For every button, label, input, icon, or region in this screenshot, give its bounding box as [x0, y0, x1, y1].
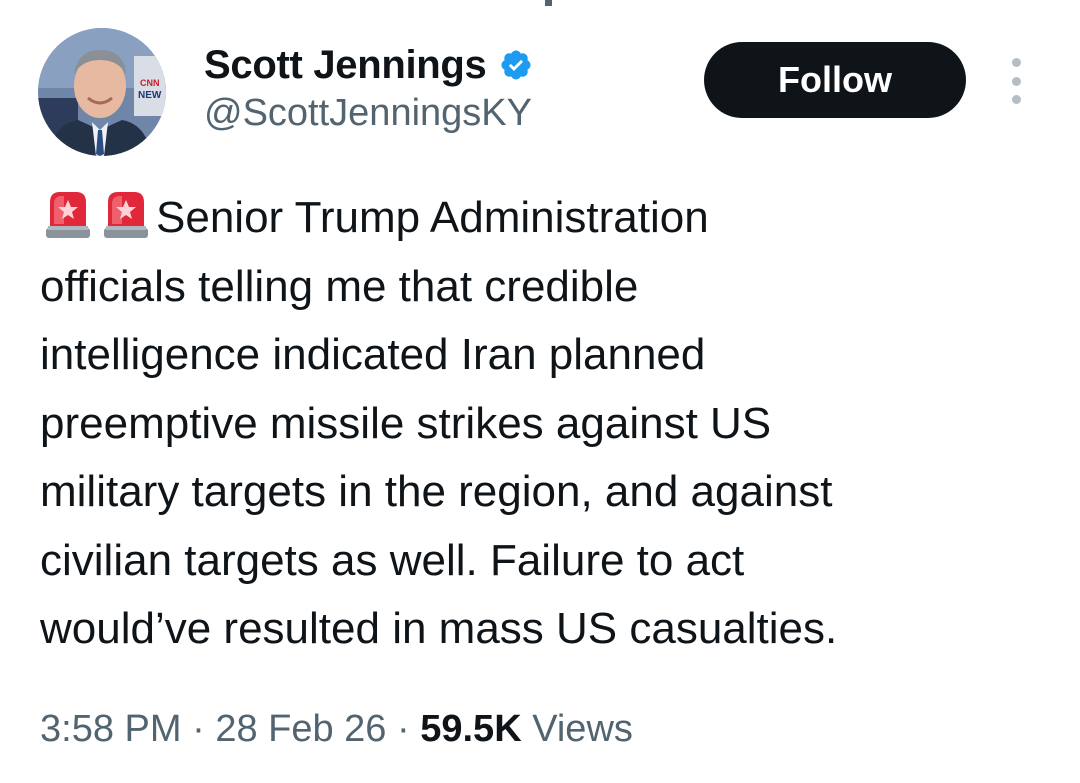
more-dot — [1011, 95, 1021, 104]
tweet-time[interactable]: 3:58 PM — [40, 708, 182, 750]
tweet-text-line-content: Senior Trump Administration — [156, 193, 709, 242]
tweet-text-line: officials telling me that credible — [40, 261, 639, 311]
svg-text:CNN: CNN — [140, 78, 160, 88]
author-handle[interactable]: @ScottJenningsKY — [204, 92, 532, 135]
tweet-text-line: would’ve resulted in mass US casualties. — [40, 604, 838, 653]
avatar[interactable]: CNN NEW — [38, 28, 166, 156]
verified-badge-icon[interactable] — [499, 48, 533, 82]
police-light-icon — [104, 192, 148, 238]
tweet-text-line: preemptive missile strikes against US — [40, 398, 772, 448]
thread-connector — [545, 0, 552, 6]
meta-separator: · — [397, 708, 410, 750]
tweet-metadata: 3:58 PM · 28 Feb 26 · 59.5K Views — [40, 708, 633, 751]
tweet-text-line: Senior Trump Administration — [40, 184, 1050, 253]
views-count[interactable]: 59.5K — [420, 708, 521, 750]
tweet-date[interactable]: 28 Feb 26 — [215, 708, 386, 750]
police-light-icon — [46, 192, 90, 238]
svg-text:NEW: NEW — [138, 90, 162, 101]
more-dot — [1011, 76, 1021, 86]
follow-button[interactable]: Follow — [704, 42, 966, 118]
views-label[interactable]: Views — [532, 708, 633, 750]
more-dot — [1011, 58, 1021, 67]
more-options-icon[interactable] — [1002, 58, 1030, 104]
author-name-row: Scott Jennings — [204, 40, 533, 90]
tweet-text-line: military targets in the region, and agai… — [40, 467, 833, 516]
tweet-text: Senior Trump Administration officials te… — [40, 184, 1050, 664]
author-display-name[interactable]: Scott Jennings — [204, 43, 487, 88]
avatar-photo: CNN NEW — [38, 28, 166, 156]
tweet-text-line: civilian targets as well. Failure to act — [40, 535, 745, 585]
meta-separator: · — [192, 708, 205, 750]
tweet-text-line: intelligence indicated Iran planned — [40, 330, 706, 379]
